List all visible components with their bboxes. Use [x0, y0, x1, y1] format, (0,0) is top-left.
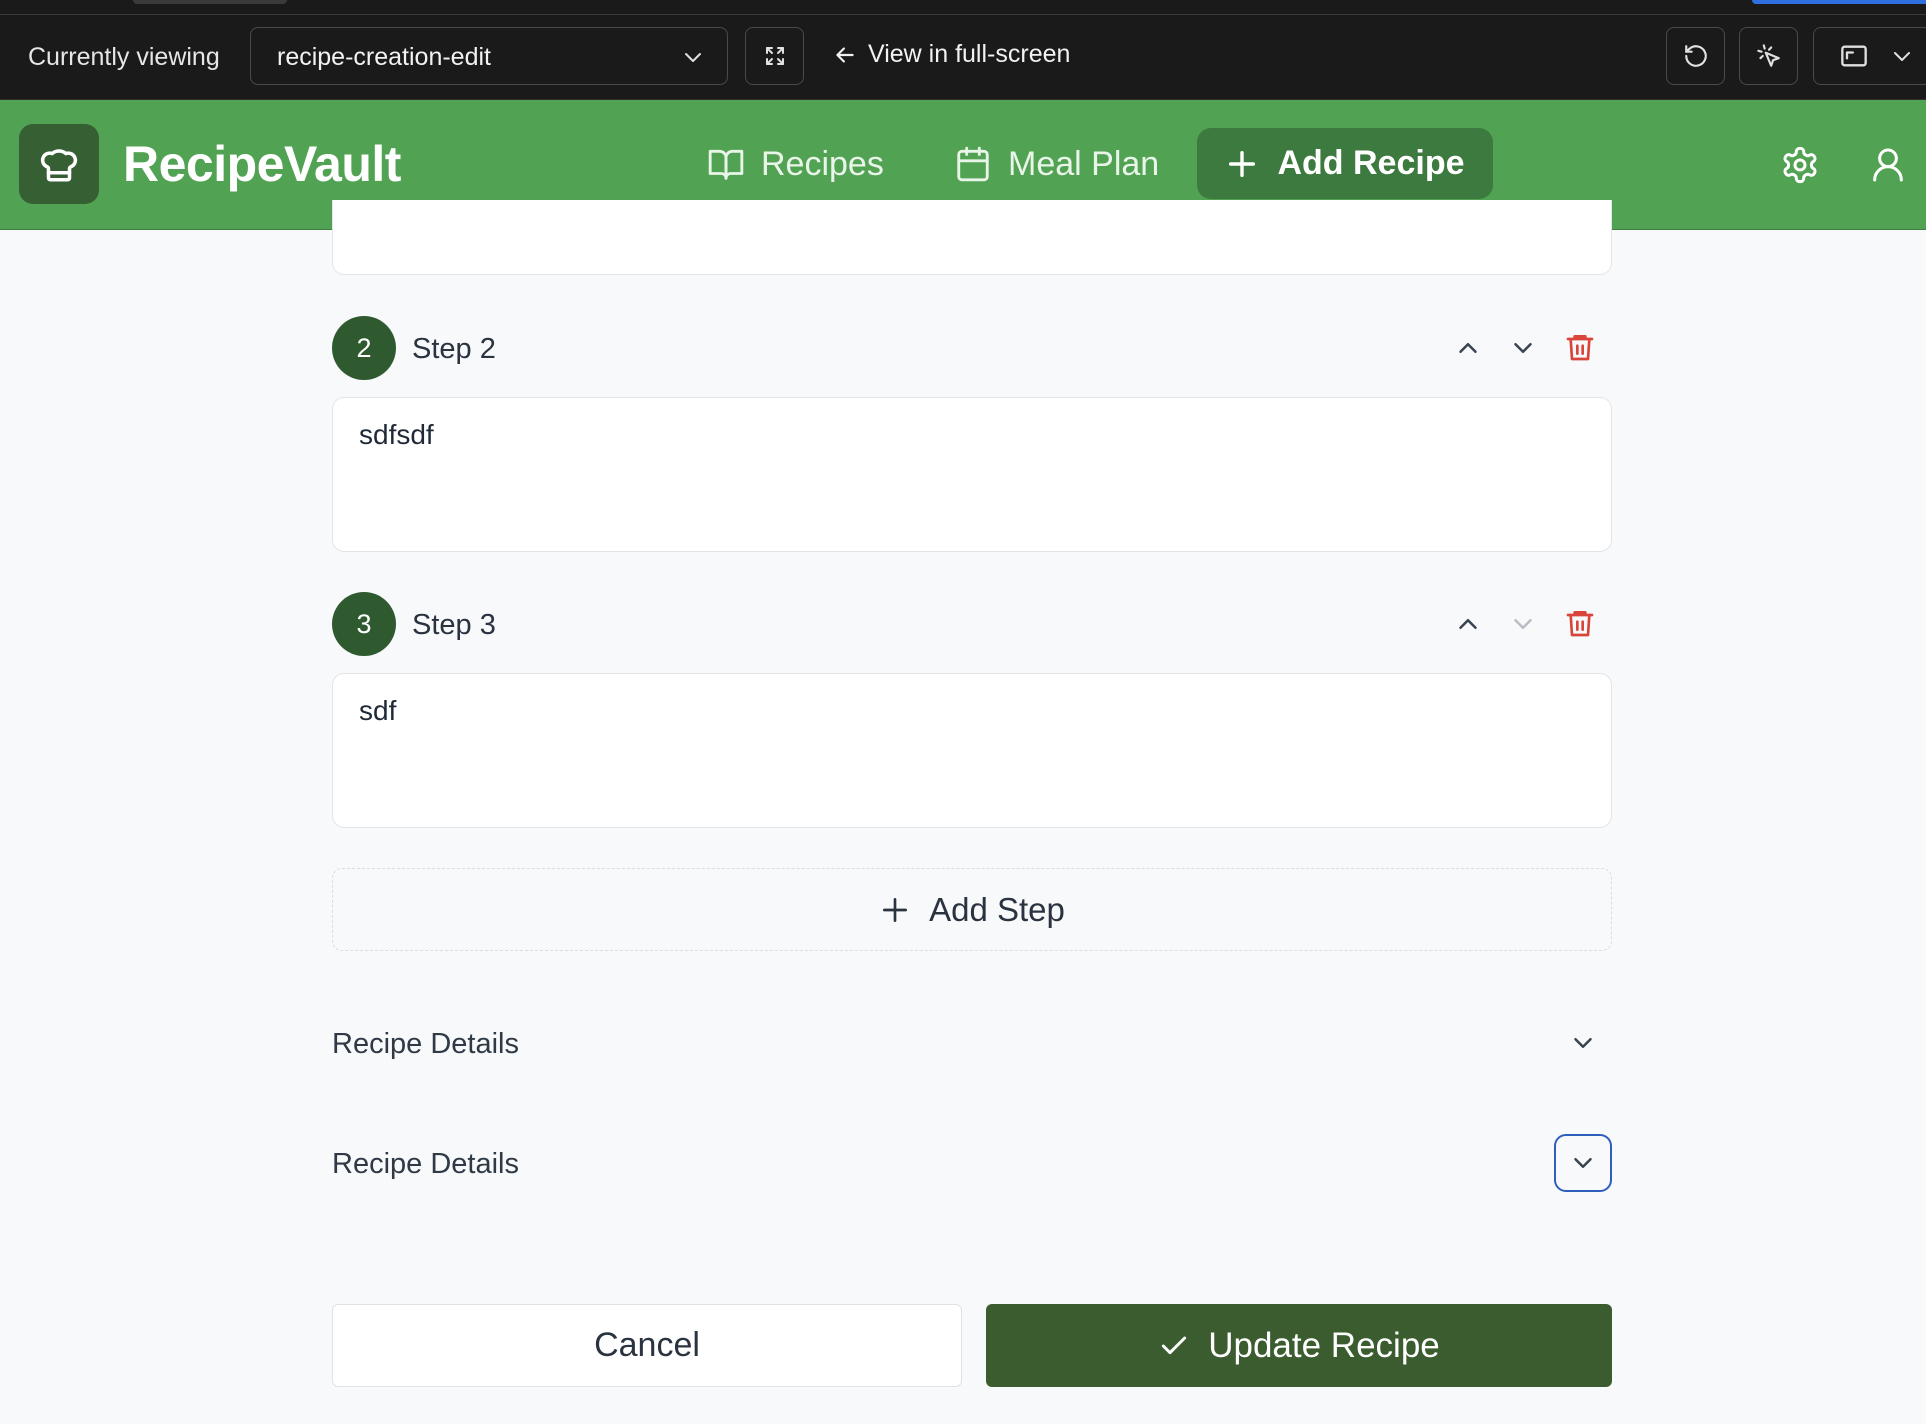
recipe-details-section[interactable]: Recipe Details	[332, 1014, 1612, 1074]
nav-recipes[interactable]: Recipes	[707, 144, 884, 184]
chevron-down-icon	[1508, 609, 1538, 639]
preview-toolbar: Currently viewing recipe-creation-edit V…	[0, 0, 1926, 100]
section-title: Recipe Details	[332, 1028, 519, 1060]
nav-meal-plan-label: Meal Plan	[1008, 145, 1160, 183]
step-header: 2 Step 2	[332, 316, 1612, 380]
section-title: Recipe Details	[332, 1148, 519, 1180]
inspect-button[interactable]	[1739, 27, 1798, 85]
update-recipe-label: Update Recipe	[1208, 1325, 1440, 1365]
currently-viewing-label: Currently viewing	[28, 43, 220, 71]
delete-step-button[interactable]	[1564, 331, 1596, 363]
refresh-button[interactable]	[1666, 27, 1725, 85]
add-step-label: Add Step	[929, 890, 1065, 928]
view-fullscreen-label: View in full-screen	[868, 40, 1071, 68]
section-toggle-button[interactable]	[1554, 1134, 1612, 1192]
move-step-up-button[interactable]	[1453, 333, 1483, 363]
step-text: sdf	[359, 695, 397, 726]
user-icon	[1868, 145, 1908, 185]
chevron-down-icon	[1568, 1028, 1598, 1058]
plus-icon	[879, 894, 911, 926]
cursor-click-icon	[1756, 43, 1782, 69]
view-fullscreen-link[interactable]: View in full-screen	[832, 40, 1070, 69]
trash-icon	[1564, 607, 1596, 639]
toolbar-edge-line	[0, 14, 1926, 15]
brand-name[interactable]: RecipeVault	[123, 134, 401, 194]
nav-recipes-label: Recipes	[761, 145, 884, 183]
add-recipe-button[interactable]: Add Recipe	[1197, 128, 1493, 199]
add-step-button[interactable]: Add Step	[332, 868, 1612, 951]
check-icon	[1158, 1330, 1190, 1362]
app-logo[interactable]	[19, 124, 99, 204]
chevron-up-icon	[1453, 609, 1483, 639]
move-step-up-button[interactable]	[1453, 609, 1483, 639]
step-text: sdfsdf	[359, 419, 434, 450]
add-recipe-label: Add Recipe	[1277, 144, 1465, 182]
chef-hat-icon	[38, 143, 80, 185]
arrow-left-icon	[832, 42, 858, 68]
chevron-down-icon	[1508, 333, 1538, 363]
settings-button[interactable]	[1780, 145, 1820, 185]
window-size-button[interactable]	[1813, 27, 1926, 85]
section-toggle-button[interactable]	[1554, 1014, 1612, 1072]
plus-icon	[1225, 147, 1259, 181]
recipe-details-section[interactable]: Recipe Details	[332, 1134, 1612, 1194]
browser-tab-edge	[133, 0, 287, 4]
refresh-icon	[1683, 43, 1709, 69]
calendar-icon	[954, 145, 992, 183]
chevron-down-icon	[1890, 44, 1914, 68]
expand-icon	[763, 44, 787, 68]
trash-icon	[1564, 331, 1596, 363]
window-icon	[1840, 43, 1868, 69]
step-textarea[interactable]: sdf	[332, 673, 1612, 828]
expand-button[interactable]	[745, 27, 804, 85]
step-title: Step 3	[412, 609, 496, 641]
step-number-badge: 3	[332, 592, 396, 656]
update-recipe-button[interactable]: Update Recipe	[986, 1304, 1612, 1387]
book-open-icon	[707, 145, 745, 183]
view-select-value: recipe-creation-edit	[277, 43, 491, 71]
cancel-button[interactable]: Cancel	[332, 1304, 962, 1387]
browser-accent-edge	[1752, 0, 1926, 4]
step-header: 3 Step 3	[332, 592, 1612, 656]
delete-step-button[interactable]	[1564, 607, 1596, 639]
nav-meal-plan[interactable]: Meal Plan	[954, 144, 1159, 184]
step-title: Step 2	[412, 333, 496, 365]
chevron-down-icon	[1568, 1148, 1598, 1178]
profile-button[interactable]	[1868, 145, 1908, 185]
step-1-textarea-bottom[interactable]	[332, 200, 1612, 275]
chevron-down-icon	[681, 45, 705, 69]
step-number-badge: 2	[332, 316, 396, 380]
move-step-down-button-disabled	[1508, 609, 1538, 639]
chevron-up-icon	[1453, 333, 1483, 363]
step-textarea[interactable]: sdfsdf	[332, 397, 1612, 552]
view-select[interactable]: recipe-creation-edit	[250, 27, 728, 85]
gear-icon	[1780, 145, 1820, 185]
move-step-down-button[interactable]	[1508, 333, 1538, 363]
